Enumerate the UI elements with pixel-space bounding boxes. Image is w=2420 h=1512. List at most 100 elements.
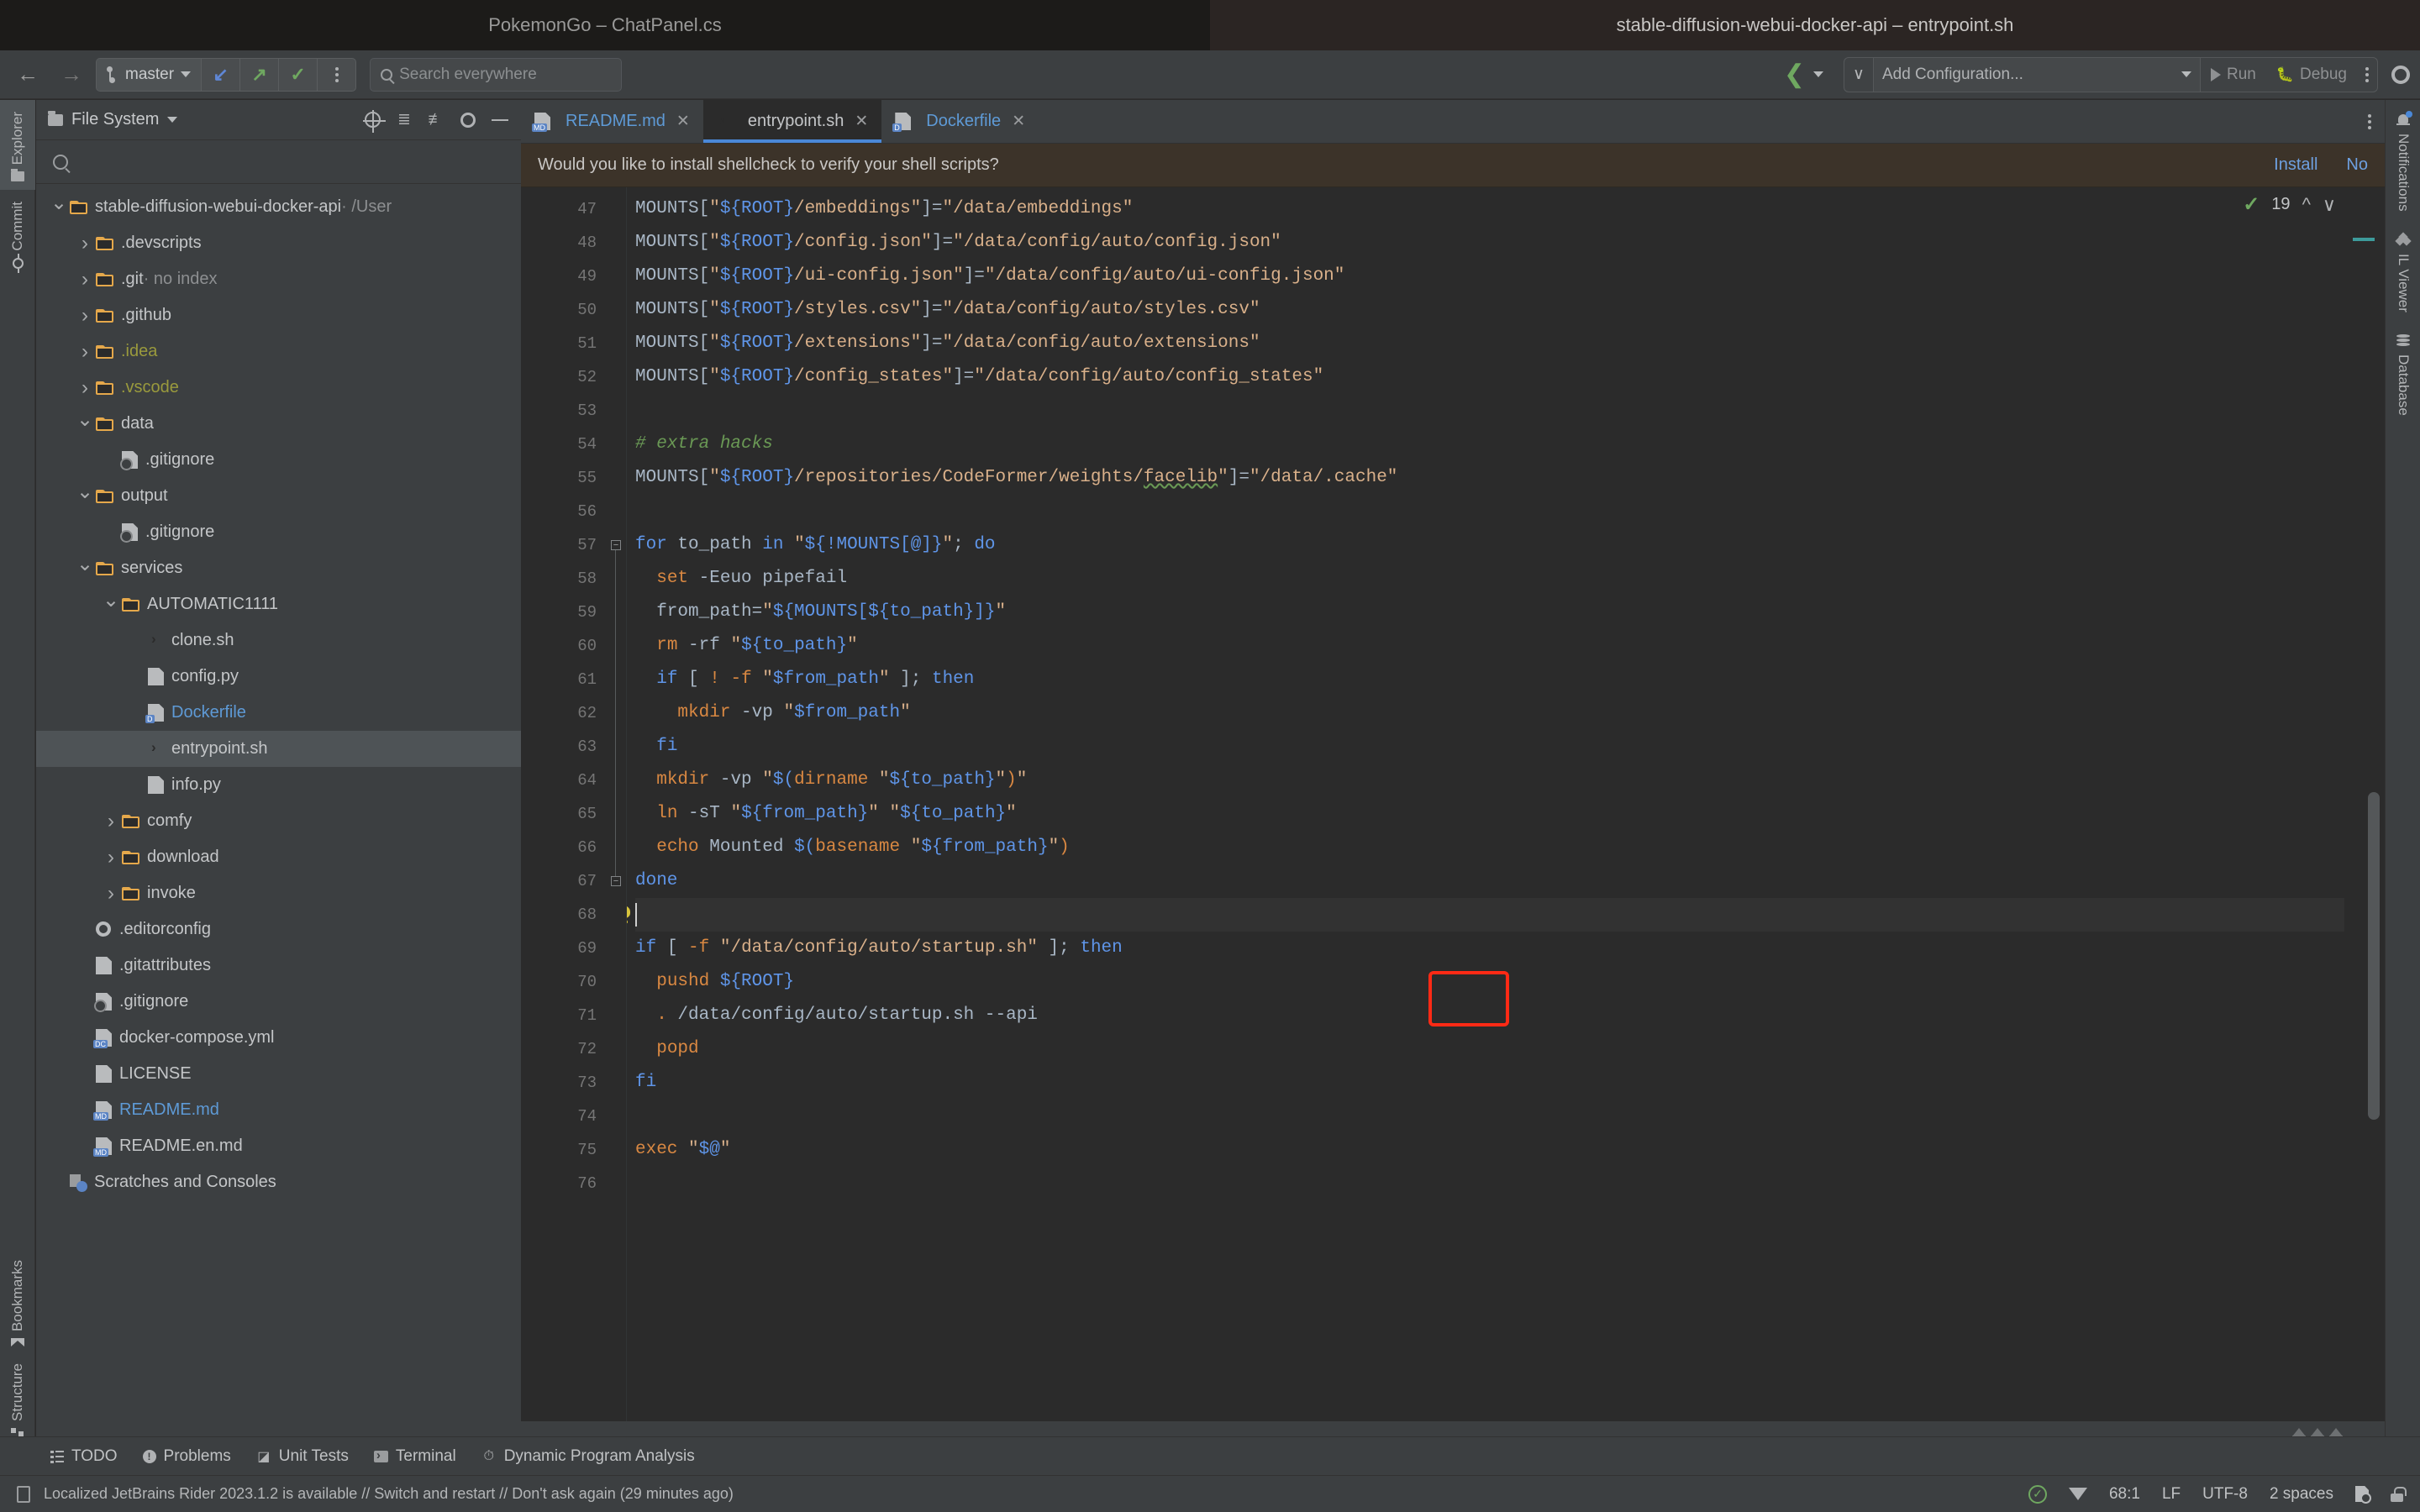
indent-setting[interactable]: 2 spaces: [2270, 1485, 2333, 1504]
code-line[interactable]: echo Mounted $(basename "${from_path}"): [635, 831, 2385, 864]
notification-icon[interactable]: [17, 1485, 30, 1503]
tree-item-.idea[interactable]: .idea: [36, 333, 521, 370]
file-encoding[interactable]: UTF-8: [2202, 1485, 2248, 1504]
code-line[interactable]: MOUNTS["${ROOT}/extensions"]="/data/conf…: [635, 327, 2385, 360]
inspection-ok-icon[interactable]: ✓: [2028, 1484, 2047, 1504]
code-line[interactable]: MOUNTS["${ROOT}/styles.csv"]="/data/conf…: [635, 293, 2385, 327]
code-line[interactable]: MOUNTS["${ROOT}/repositories/CodeFormer/…: [635, 461, 2385, 495]
tree-item-stable-diffusion-webui-docker-api[interactable]: stable-diffusion-webui-docker-api · /Use…: [36, 189, 521, 225]
commit-button[interactable]: ✓: [278, 58, 317, 91]
sidebar-item-structure[interactable]: Structure: [0, 1355, 35, 1448]
install-link[interactable]: Install: [2274, 155, 2317, 175]
code-line[interactable]: ln -sT "${from_path}" "${to_path}": [635, 797, 2385, 831]
tree-item-clone.sh[interactable]: clone.sh: [36, 622, 521, 659]
chevron-right-icon[interactable]: [74, 270, 96, 290]
close-icon[interactable]: ✕: [855, 112, 868, 131]
update-project-button[interactable]: ↙: [201, 58, 239, 91]
code-line[interactable]: [635, 495, 2385, 528]
chevron-down-icon[interactable]: [1813, 71, 1824, 77]
chevron-down-icon[interactable]: [48, 197, 70, 218]
close-icon[interactable]: ✕: [676, 112, 690, 131]
chevron-down-icon[interactable]: ∨: [2323, 194, 2336, 216]
code-line[interactable]: exec "$@": [635, 1133, 2385, 1167]
tree-item-config.py[interactable]: config.py: [36, 659, 521, 695]
code-line[interactable]: done: [635, 864, 2385, 898]
tree-item-readme.md[interactable]: MD README.md: [36, 1092, 521, 1128]
tree-item-output[interactable]: output: [36, 478, 521, 514]
chevron-down-icon[interactable]: [74, 486, 96, 507]
tab-readme-md[interactable]: MD README.md ✕: [521, 100, 703, 143]
tree-item-data[interactable]: data: [36, 406, 521, 442]
chevron-right-icon[interactable]: [74, 234, 96, 254]
tree-item-services[interactable]: services: [36, 550, 521, 586]
tree-item-info.py[interactable]: info.py: [36, 767, 521, 803]
close-icon[interactable]: ✕: [1012, 112, 1025, 131]
fold-marker-close[interactable]: −: [611, 876, 621, 886]
tree-item-.devscripts[interactable]: .devscripts: [36, 225, 521, 261]
code-line[interactable]: fi: [635, 730, 2385, 764]
tree-item-.gitattributes[interactable]: .gitattributes: [36, 948, 521, 984]
code-line[interactable]: [635, 898, 2385, 932]
chevron-down-icon[interactable]: [74, 559, 96, 579]
status-message[interactable]: Localized JetBrains Rider 2023.1.2 is av…: [44, 1485, 734, 1503]
tree-item-.vscode[interactable]: .vscode: [36, 370, 521, 406]
code-line[interactable]: fi: [635, 1066, 2385, 1100]
chevron-down-icon[interactable]: [167, 117, 178, 123]
tool-window-unit-tests[interactable]: ◪ Unit Tests: [256, 1447, 349, 1466]
code-line[interactable]: set -Eeuo pipefail: [635, 562, 2385, 596]
fold-marker-open[interactable]: −: [611, 540, 621, 550]
tree-item-invoke[interactable]: invoke: [36, 875, 521, 911]
tree-item-docker-compose.yml[interactable]: DC docker-compose.yml: [36, 1020, 521, 1056]
push-button[interactable]: ↗: [239, 58, 278, 91]
tree-item-dockerfile[interactable]: D Dockerfile: [36, 695, 521, 731]
file-gear-icon[interactable]: [2355, 1486, 2371, 1504]
project-search-row[interactable]: [36, 140, 521, 184]
tree-item-download[interactable]: download: [36, 839, 521, 875]
code-line[interactable]: MOUNTS["${ROOT}/ui-config.json"]="/data/…: [635, 260, 2385, 293]
code-folding-gutter[interactable]: − −: [605, 187, 627, 1421]
caret-position[interactable]: 68:1: [2109, 1485, 2140, 1504]
tree-item-.git[interactable]: .git · no index: [36, 261, 521, 297]
chevron-down-icon[interactable]: [74, 414, 96, 434]
code-line[interactable]: mkdir -vp "$(dirname "${to_path}")": [635, 764, 2385, 797]
sidebar-item-notifications[interactable]: Notifications: [2386, 100, 2420, 220]
tree-item-automatic1111[interactable]: AUTOMATIC1111: [36, 586, 521, 622]
line-separator[interactable]: LF: [2162, 1485, 2181, 1504]
tree-item-comfy[interactable]: comfy: [36, 803, 521, 839]
sidebar-item-bookmarks[interactable]: Bookmarks: [0, 1252, 35, 1355]
debug-button[interactable]: 🐛 Debug: [2266, 66, 2357, 84]
code-line[interactable]: . /data/config/auto/startup.sh --api: [635, 999, 2385, 1032]
code-line[interactable]: [635, 394, 2385, 428]
code-line[interactable]: [635, 1100, 2385, 1133]
no-link[interactable]: No: [2346, 155, 2368, 175]
tool-window-terminal[interactable]: Terminal: [373, 1447, 456, 1466]
highlight-level-icon[interactable]: [2068, 1488, 2087, 1500]
code-line[interactable]: MOUNTS["${ROOT}/embeddings"]="/data/embe…: [635, 192, 2385, 226]
locate-icon[interactable]: [362, 110, 386, 133]
code-line[interactable]: rm -rf "${to_path}": [635, 629, 2385, 663]
expand-all-icon[interactable]: ≣: [395, 111, 413, 129]
chevron-right-icon[interactable]: [100, 811, 122, 832]
sidebar-item-explorer[interactable]: Explorer: [0, 100, 35, 191]
chevron-right-icon[interactable]: [74, 342, 96, 362]
tree-item-.editorconfig[interactable]: .editorconfig: [36, 911, 521, 948]
tree-item-readme.en.md[interactable]: MD README.en.md: [36, 1128, 521, 1164]
run-configuration-selector[interactable]: Add Configuration...: [1872, 57, 2201, 92]
tree-item-entrypoint.sh[interactable]: entrypoint.sh: [36, 731, 521, 767]
error-stripe[interactable]: [2344, 187, 2385, 1421]
chevron-right-icon[interactable]: [74, 306, 96, 326]
chevron-right-icon[interactable]: [74, 378, 96, 398]
unlocked-icon[interactable]: [2391, 1486, 2407, 1502]
editor-scrollbar-thumb[interactable]: [2368, 792, 2380, 1120]
run-more-button[interactable]: [2357, 58, 2377, 92]
code-line[interactable]: mkdir -vp "$from_path": [635, 696, 2385, 730]
chevron-right-icon[interactable]: [100, 848, 122, 868]
code-line[interactable]: for to_path in "${!MOUNTS[@]}"; do: [635, 528, 2385, 562]
tree-item-.gitignore[interactable]: .gitignore: [36, 442, 521, 478]
run-config-dropdown-toggle[interactable]: ∨: [1844, 58, 1873, 92]
tool-window-problems[interactable]: ! Problems: [142, 1447, 231, 1466]
tree-item-.github[interactable]: .github: [36, 297, 521, 333]
sidebar-item-commit[interactable]: Commit: [0, 190, 35, 277]
navigate-forward-button[interactable]: →: [55, 59, 87, 91]
tab-entrypoint-sh[interactable]: entrypoint.sh ✕: [702, 100, 882, 143]
